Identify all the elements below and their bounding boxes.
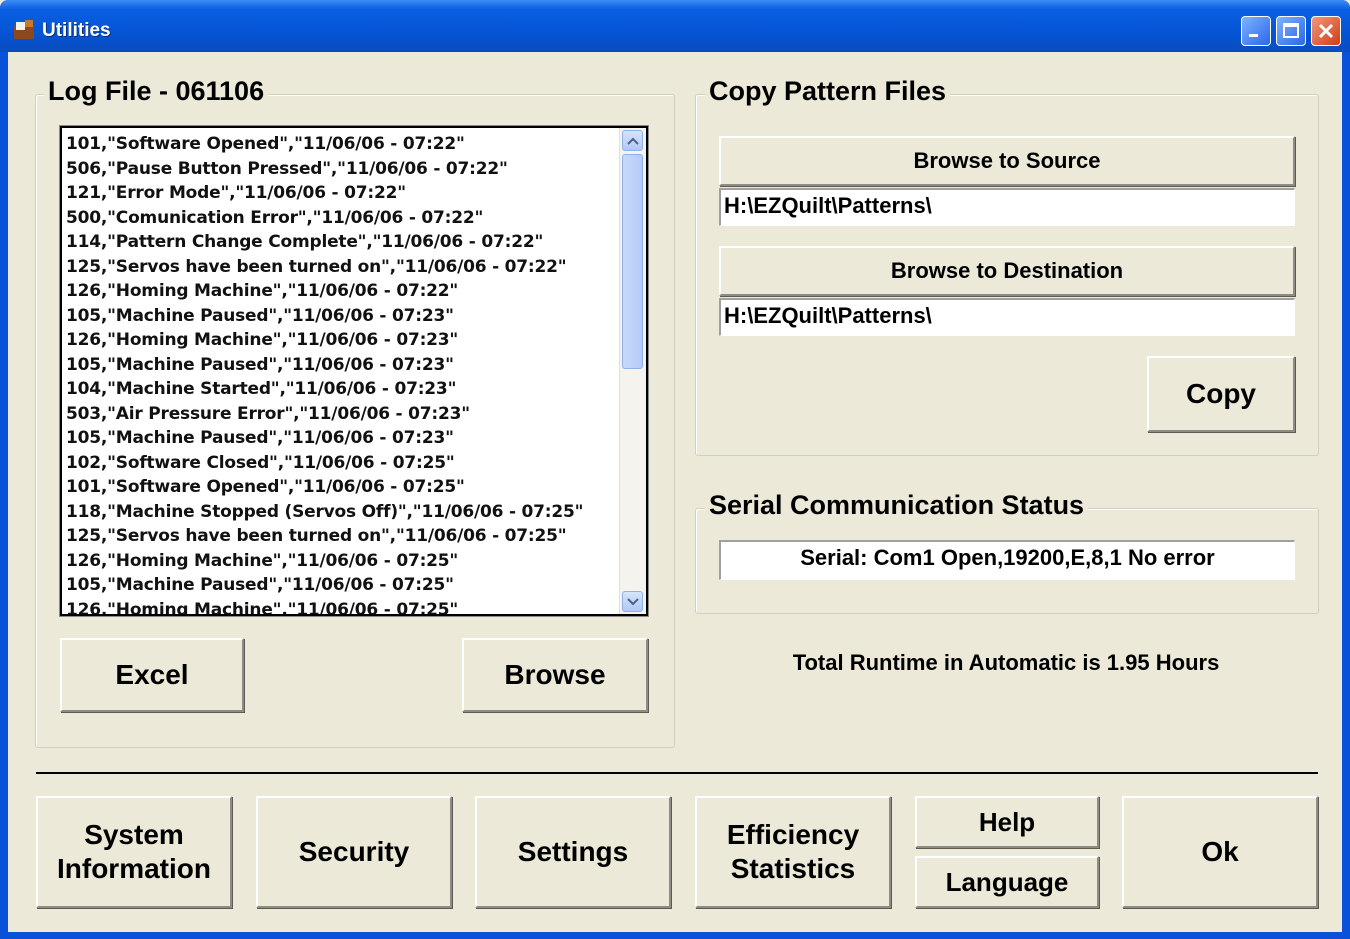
title-bar[interactable]: Utilities: [0, 0, 1350, 52]
efficiency-statistics-button[interactable]: Efficiency Statistics: [695, 796, 891, 908]
log-listbox[interactable]: 101,"Software Opened","11/06/06 - 07:22"…: [60, 126, 648, 616]
efficiency-statistics-line2: Statistics: [730, 853, 856, 884]
chevron-up-icon: [626, 137, 639, 145]
copy-pattern-title: Copy Pattern Files: [705, 76, 951, 107]
serial-status-field: Serial: Com1 Open,19200,E,8,1 No error: [719, 540, 1295, 580]
source-path-field[interactable]: H:\EZQuilt\Patterns\: [719, 188, 1295, 226]
log-entry[interactable]: 105,"Machine Paused","11/06/06 - 07:23": [66, 426, 618, 451]
log-entry[interactable]: 105,"Machine Paused","11/06/06 - 07:23": [66, 304, 618, 329]
browse-destination-button[interactable]: Browse to Destination: [719, 246, 1295, 296]
log-entry[interactable]: 500,"Comunication Error","11/06/06 - 07:…: [66, 206, 618, 231]
language-button[interactable]: Language: [915, 856, 1099, 908]
utilities-window: Utilities Log File - 061106 101,"Softwar…: [0, 0, 1350, 939]
log-entry[interactable]: 101,"Software Opened","11/06/06 - 07:22": [66, 132, 618, 157]
ok-button[interactable]: Ok: [1122, 796, 1318, 908]
log-entry[interactable]: 118,"Machine Stopped (Servos Off)","11/0…: [66, 500, 618, 525]
browse-button[interactable]: Browse: [462, 638, 648, 712]
log-entry[interactable]: 126,"Homing Machine","11/06/06 - 07:23": [66, 328, 618, 353]
log-list: 101,"Software Opened","11/06/06 - 07:22"…: [66, 132, 618, 615]
log-entry[interactable]: 104,"Machine Started","11/06/06 - 07:23": [66, 377, 618, 402]
log-entry[interactable]: 503,"Air Pressure Error","11/06/06 - 07:…: [66, 402, 618, 427]
log-entry[interactable]: 114,"Pattern Change Complete","11/06/06 …: [66, 230, 618, 255]
log-entry[interactable]: 105,"Machine Paused","11/06/06 - 07:23": [66, 353, 618, 378]
minimize-icon: [1249, 34, 1258, 37]
destination-path-field[interactable]: H:\EZQuilt\Patterns\: [719, 298, 1295, 336]
separator-line: [36, 772, 1318, 774]
system-information-line2: Information: [57, 853, 211, 884]
log-entry[interactable]: 101,"Software Opened","11/06/06 - 07:25": [66, 475, 618, 500]
close-icon: [1318, 23, 1334, 39]
log-entry[interactable]: 105,"Machine Paused","11/06/06 - 07:25": [66, 573, 618, 598]
efficiency-statistics-line1: Efficiency: [726, 819, 860, 850]
settings-button[interactable]: Settings: [475, 796, 671, 908]
close-button[interactable]: [1311, 16, 1341, 46]
log-entry[interactable]: 506,"Pause Button Pressed","11/06/06 - 0…: [66, 157, 618, 182]
log-entry[interactable]: 126,"Homing Machine","11/06/06 - 07:25": [66, 598, 618, 615]
system-information-line1: System: [84, 819, 184, 850]
serial-status-title: Serial Communication Status: [705, 490, 1089, 521]
log-entry[interactable]: 121,"Error Mode","11/06/06 - 07:22": [66, 181, 618, 206]
client-area: Log File - 061106 101,"Software Opened",…: [8, 52, 1342, 932]
log-entry[interactable]: 102,"Software Closed","11/06/06 - 07:25": [66, 451, 618, 476]
runtime-label: Total Runtime in Automatic is 1.95 Hours: [792, 650, 1220, 675]
maximize-icon: [1283, 23, 1299, 38]
copy-button[interactable]: Copy: [1147, 356, 1295, 432]
log-file-title: Log File - 061106: [44, 76, 269, 107]
log-scrollbar[interactable]: [619, 128, 646, 614]
system-information-button[interactable]: System Information: [36, 796, 232, 908]
scroll-down-button[interactable]: [622, 591, 643, 612]
excel-button[interactable]: Excel: [60, 638, 244, 712]
window-title: Utilities: [42, 20, 111, 41]
scroll-thumb[interactable]: [622, 154, 643, 369]
log-entry[interactable]: 125,"Servos have been turned on","11/06/…: [66, 255, 618, 280]
log-entry[interactable]: 126,"Homing Machine","11/06/06 - 07:25": [66, 549, 618, 574]
log-entry[interactable]: 126,"Homing Machine","11/06/06 - 07:22": [66, 279, 618, 304]
security-button[interactable]: Security: [256, 796, 452, 908]
maximize-button[interactable]: [1276, 16, 1306, 46]
browse-source-button[interactable]: Browse to Source: [719, 136, 1295, 186]
scroll-up-button[interactable]: [622, 130, 643, 151]
log-entry[interactable]: 125,"Servos have been turned on","11/06/…: [66, 524, 618, 549]
chevron-down-icon: [626, 597, 639, 605]
app-icon: [14, 20, 34, 39]
help-button[interactable]: Help: [915, 796, 1099, 848]
minimize-button[interactable]: [1241, 16, 1271, 46]
